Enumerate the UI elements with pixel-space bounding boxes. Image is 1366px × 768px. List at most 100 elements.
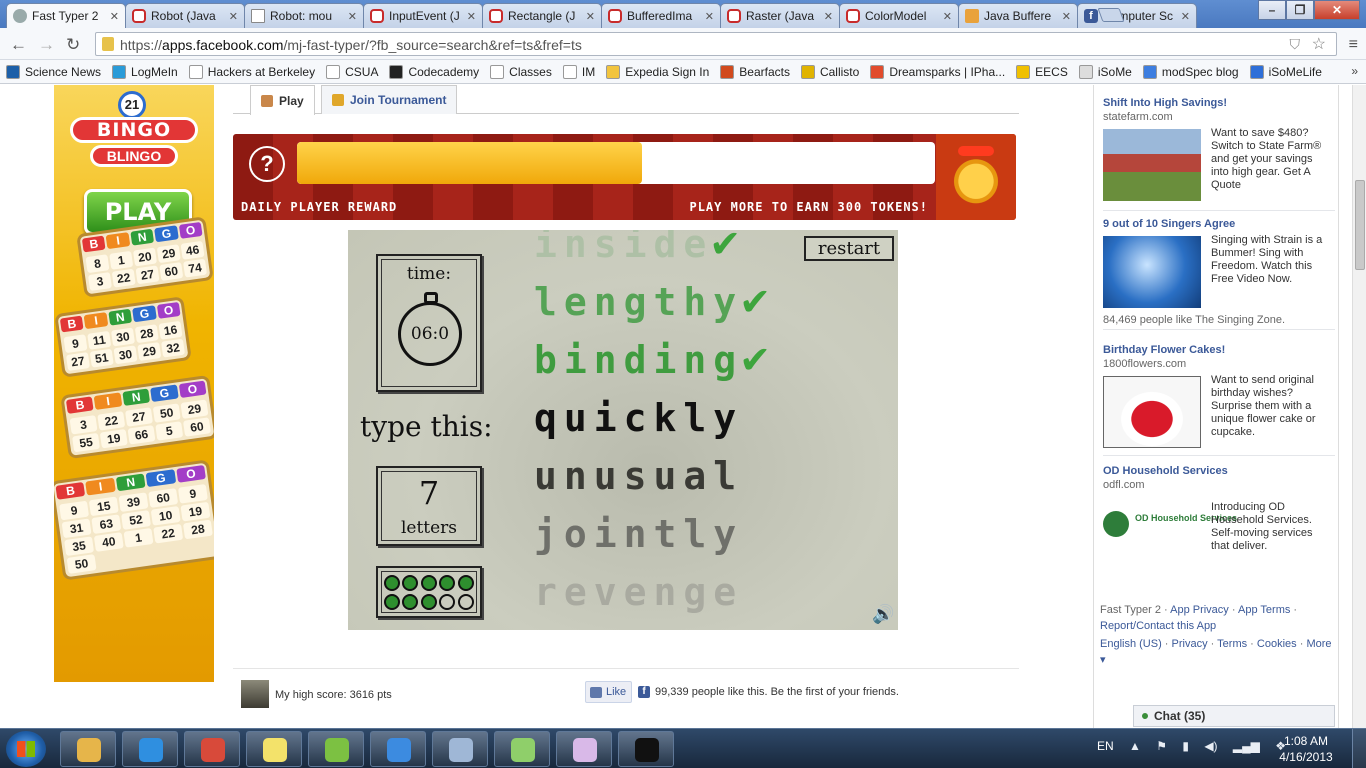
ad-image[interactable]: [1103, 129, 1201, 201]
start-button[interactable]: [6, 731, 46, 767]
taskbar-itunes-button[interactable]: [370, 731, 426, 767]
browser-tab[interactable]: Fast Typer 2 ✕: [6, 3, 126, 28]
ad-title[interactable]: OD Household Services: [1103, 465, 1335, 477]
browser-tab[interactable]: ColorModel ✕: [839, 3, 959, 28]
ad-title[interactable]: 9 out of 10 Singers Agree: [1103, 218, 1335, 230]
shield-icon[interactable]: ⛉: [1290, 36, 1301, 53]
bookmark-item[interactable]: IM: [562, 64, 595, 79]
taskbar-ie-button[interactable]: [122, 731, 178, 767]
tab-play[interactable]: Play: [250, 85, 315, 115]
menu-icon[interactable]: ≡: [1349, 36, 1358, 54]
bookmarks-overflow-button[interactable]: »: [1351, 64, 1358, 78]
close-tab-icon[interactable]: ✕: [348, 10, 357, 23]
flag-icon[interactable]: ⚑: [1156, 739, 1167, 753]
bookmark-item[interactable]: Classes: [490, 64, 552, 79]
close-tab-icon[interactable]: ✕: [1181, 10, 1190, 23]
url-text[interactable]: https://apps.facebook.com/mj-fast-typer/…: [120, 37, 582, 53]
tab-title: Java Buffere: [984, 9, 1052, 23]
chat-bar[interactable]: Chat (35): [1133, 705, 1335, 727]
clock[interactable]: 1:08 AM 4/16/2013: [1274, 733, 1338, 765]
ad-title[interactable]: Shift Into High Savings!: [1103, 97, 1335, 109]
taskbar-notepad-plus-button[interactable]: [494, 731, 550, 767]
bookmark-item[interactable]: modSpec blog: [1142, 64, 1239, 79]
close-tab-icon[interactable]: ✕: [824, 10, 833, 23]
ad-singers[interactable]: 9 out of 10 Singers Agree Singing with S…: [1103, 218, 1335, 330]
maximize-button[interactable]: ❐: [1286, 0, 1314, 20]
taskbar-paint-button[interactable]: [556, 731, 612, 767]
browser-tab[interactable]: Java Buffere ✕: [958, 3, 1078, 28]
close-window-button[interactable]: ✕: [1314, 0, 1360, 20]
reload-icon[interactable]: ↻: [66, 35, 80, 55]
ad-image[interactable]: [1103, 236, 1201, 308]
taskbar-cmd-button[interactable]: [618, 731, 674, 767]
bookmark-item[interactable]: iSoMeLife: [1249, 64, 1322, 79]
ad-statefarm[interactable]: Shift Into High Savings! statefarm.com W…: [1103, 97, 1335, 211]
bookmark-item[interactable]: Callisto: [800, 64, 859, 79]
bookmark-star-icon[interactable]: ☆: [1312, 34, 1326, 54]
footer-language-link[interactable]: English (US): [1100, 638, 1162, 650]
close-tab-icon[interactable]: ✕: [110, 10, 119, 23]
close-tab-icon[interactable]: ✕: [467, 10, 476, 23]
browser-tab[interactable]: Robot (Java ✕: [125, 3, 245, 28]
tab-join-tournament[interactable]: Join Tournament: [321, 85, 458, 114]
taskbar-sticky-notes-button[interactable]: [246, 731, 302, 767]
fast-typer-game[interactable]: time: 06:0 type this: 7 letters restart …: [348, 230, 898, 630]
bingo-blingo-ad[interactable]: 21 BINGO BLINGO PLAY B I N G O 8 1 20 29 46 3 22 27 6…: [54, 85, 214, 682]
bookmark-item[interactable]: EECS: [1016, 64, 1068, 79]
language-indicator[interactable]: EN: [1097, 739, 1114, 753]
taskbar-chrome-button[interactable]: [184, 731, 240, 767]
browser-tab[interactable]: BufferedIma ✕: [601, 3, 721, 28]
restart-button[interactable]: restart: [804, 236, 894, 261]
address-bar[interactable]: https://apps.facebook.com/mj-fast-typer/…: [95, 32, 1337, 56]
close-tab-icon[interactable]: ✕: [1062, 10, 1071, 23]
help-icon[interactable]: ?: [249, 146, 285, 182]
taskbar-spotify-button[interactable]: [308, 731, 364, 767]
gift-coins-icon[interactable]: [936, 134, 1016, 220]
battery-icon[interactable]: ▮: [1182, 739, 1189, 753]
bookmark-item[interactable]: Bearfacts: [720, 64, 790, 79]
sound-icon[interactable]: 🔊: [872, 604, 894, 625]
bookmark-item[interactable]: Science News: [6, 64, 101, 79]
browser-tab[interactable]: Rectangle (J ✕: [482, 3, 602, 28]
footer-app-terms-link[interactable]: App Terms: [1238, 604, 1290, 616]
minimize-button[interactable]: –: [1258, 0, 1286, 20]
volume-icon[interactable]: ◀): [1204, 739, 1217, 753]
browser-tab[interactable]: Robot: mou ✕: [244, 3, 364, 28]
ad-flowers[interactable]: Birthday Flower Cakes! 1800flowers.com W…: [1103, 344, 1335, 456]
browser-tab[interactable]: InputEvent (J ✕: [363, 3, 483, 28]
page-scrollbar[interactable]: [1352, 85, 1366, 728]
taskbar-network-button[interactable]: [432, 731, 488, 767]
ad-image[interactable]: [1103, 376, 1201, 448]
back-icon[interactable]: ←: [10, 35, 27, 55]
tray-arrow-icon[interactable]: ▲: [1129, 739, 1141, 753]
scrollbar-thumb[interactable]: [1355, 180, 1365, 270]
footer-terms-link[interactable]: Terms: [1217, 638, 1247, 650]
footer-cookies-link[interactable]: Cookies: [1257, 638, 1297, 650]
bookmark-item[interactable]: iSoMe: [1078, 64, 1132, 79]
browser-tab[interactable]: f Computer Sc ✕: [1077, 3, 1197, 28]
ad-title[interactable]: Birthday Flower Cakes!: [1103, 344, 1335, 356]
footer-app-privacy-link[interactable]: App Privacy: [1170, 604, 1229, 616]
taskbar-explorer-button[interactable]: [60, 731, 116, 767]
forward-icon[interactable]: →: [38, 35, 55, 55]
browser-tab[interactable]: Raster (Java ✕: [720, 3, 840, 28]
footer-privacy-link[interactable]: Privacy: [1172, 638, 1208, 650]
close-tab-icon[interactable]: ✕: [229, 10, 238, 23]
like-button[interactable]: Like: [585, 681, 632, 703]
bookmark-item[interactable]: LogMeIn: [112, 64, 178, 79]
bookmark-item[interactable]: Dreamsparks | IPha...: [870, 64, 1005, 79]
avatar[interactable]: [241, 680, 269, 708]
signal-icon[interactable]: ▂▄▆: [1233, 739, 1260, 753]
ad-image[interactable]: OD Household Services: [1103, 509, 1237, 549]
bookmark-item[interactable]: Expedia Sign In: [606, 64, 709, 79]
show-desktop-button[interactable]: [1352, 729, 1366, 768]
new-tab-button[interactable]: [1097, 8, 1125, 22]
close-tab-icon[interactable]: ✕: [943, 10, 952, 23]
close-tab-icon[interactable]: ✕: [705, 10, 714, 23]
bookmark-item[interactable]: Hackers at Berkeley: [188, 64, 315, 79]
ad-od-household[interactable]: OD Household Services odfl.com OD Househ…: [1103, 465, 1335, 565]
bookmark-item[interactable]: CSUA: [326, 64, 378, 79]
bookmark-item[interactable]: Codecademy: [389, 64, 479, 79]
close-tab-icon[interactable]: ✕: [586, 10, 595, 23]
footer-report-link[interactable]: Report/Contact this App: [1100, 620, 1216, 632]
